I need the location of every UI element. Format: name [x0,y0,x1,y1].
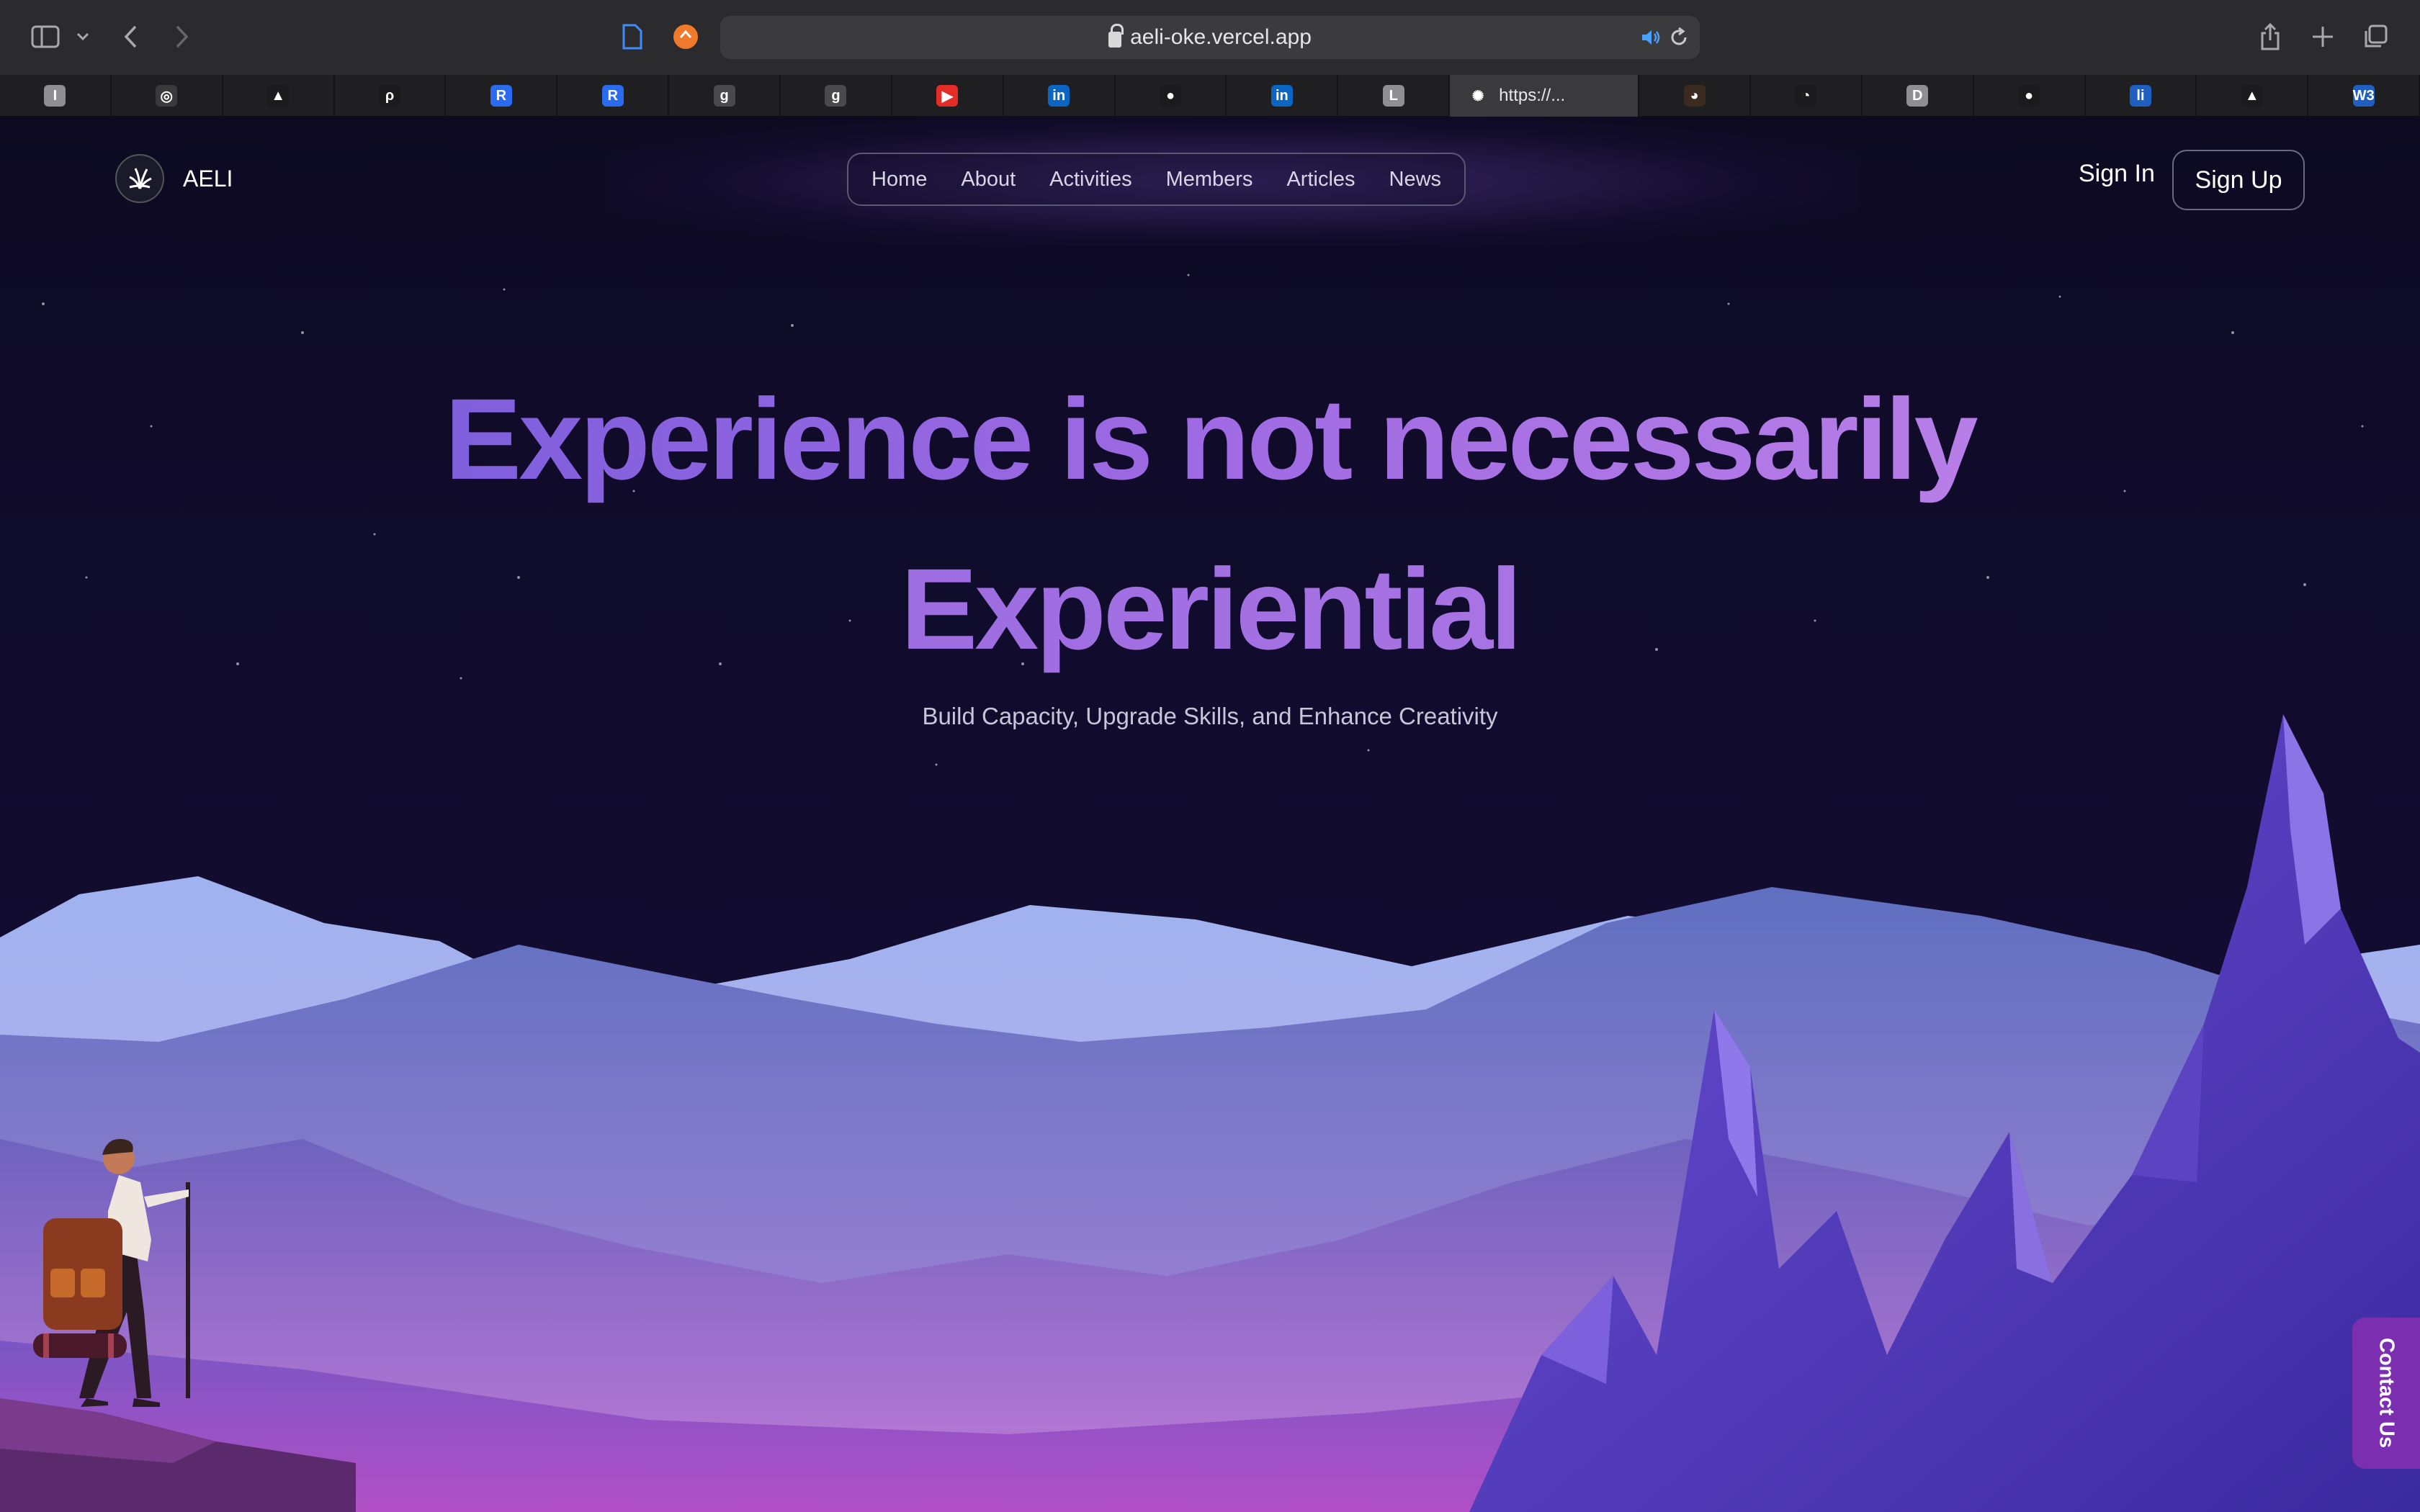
tab-overview-icon[interactable] [2360,16,2391,58]
hero-headline-line1: Experience is not necessarily [0,373,2420,505]
lock-icon [1108,24,1124,48]
I-favicon-icon: I [44,85,66,107]
browser-tab[interactable]: ● [1974,75,2086,117]
extension-icon[interactable] [670,16,702,58]
back-icon[interactable] [117,16,145,58]
active-tab-label: https://... [1499,86,1566,105]
page-content: AELI Home About Activities Members Articles N… [0,117,2420,1512]
browser-tab[interactable]: ▲ [2197,75,2309,117]
new-tab-icon[interactable] [2307,16,2339,58]
browser-tab[interactable]: R [446,75,558,117]
github-favicon-icon: ● [2018,85,2040,107]
browser-tab[interactable]: ◔ [1751,75,1863,117]
page-icon[interactable] [617,16,648,58]
address-bar[interactable]: aeli-oke.vercel.app [720,16,1700,59]
aeli-favicon-icon: ✺ [1467,85,1489,107]
speaker-icon[interactable] [1639,26,1662,55]
stars [42,274,2364,766]
browser-tab[interactable]: li [2086,75,2197,117]
hero-subtitle: Build Capacity, Upgrade Skills, and Enha… [922,703,1498,729]
A-favicon-icon: ▲ [267,85,290,107]
sign-in-link[interactable]: Sign In [2079,160,2155,188]
nav-item-about[interactable]: About [961,168,1016,192]
browser-tab[interactable]: R [557,75,670,117]
contact-us-button[interactable]: Contact Us [2352,1318,2420,1469]
g-favicon-icon: g [713,85,735,107]
browser-tab[interactable]: in [1004,75,1116,117]
browser-tab[interactable]: L [1338,75,1451,117]
brand[interactable]: AELI [115,154,233,203]
nav-item-members[interactable]: Members [1166,168,1253,192]
contact-us-label: Contact Us [2375,1338,2398,1449]
sign-up-button[interactable]: Sign Up [2172,150,2305,210]
hero-headline-line2: Experiential [0,543,2420,675]
brand-name: AELI [183,165,233,192]
browser-tab[interactable]: g [669,75,781,117]
copilot-favicon-icon: ◔ [1795,85,1817,107]
browser-tab[interactable]: g [781,75,892,117]
tab-bar: I ◎ ▲ ρ R Rg g ▶ in ● in L ✺ https://... ◕ ◔ D ● li ▲ W3 [0,75,2420,117]
reload-icon[interactable] [1668,26,1690,55]
aeli-logo-icon [115,154,164,203]
A-favicon-icon: ▲ [2241,85,2263,107]
browser-tab[interactable]: ✺ https://... [1450,75,1640,117]
url-text: aeli-oke.vercel.app [1130,25,1312,49]
R-favicon-icon: R [601,85,624,107]
browser-tab[interactable]: W3 [2308,75,2420,117]
W3-favicon-icon: W3 [2352,85,2375,107]
browser-tab[interactable]: ▶ [892,75,1004,117]
pycharm-favicon-icon: ρ [379,85,400,107]
L-favicon-icon: L [1382,85,1404,107]
browser-tab[interactable]: D [1863,75,1974,117]
nav-item-activities[interactable]: Activities [1049,168,1131,192]
browser-tab[interactable]: in [1227,75,1339,117]
browser-toolbar: aeli-oke.vercel.app [0,0,2420,75]
share-icon[interactable] [2254,16,2286,58]
profile-favicon-icon: ◕ [1683,85,1706,107]
browser-tab[interactable]: ● [1116,75,1227,117]
github-favicon-icon: ● [1160,85,1182,107]
browser-tab[interactable]: ◕ [1639,75,1751,117]
main-nav: Home About Activities Members Articles News [847,153,1466,206]
nav-item-news[interactable]: News [1389,168,1442,192]
live-favicon-icon: li [2129,85,2151,107]
g-favicon-icon: g [825,85,847,107]
youtube-favicon-icon: ▶ [936,85,959,107]
openai-favicon-icon: ◎ [156,85,178,107]
sidebar-toggle-icon[interactable] [27,16,63,58]
browser-tab[interactable]: I [0,75,112,117]
browser-tab[interactable]: ◎ [112,75,223,117]
chevron-down-icon[interactable] [71,16,95,58]
in-favicon-icon: in [1048,85,1070,107]
forward-icon[interactable] [167,16,196,58]
browser-tab[interactable]: ρ [335,75,447,117]
D-favicon-icon: D [1906,85,1929,107]
mountain-scene [0,274,2420,1512]
nav-item-articles[interactable]: Articles [1286,168,1355,192]
R-favicon-icon: R [490,85,512,107]
browser-tab[interactable]: ▲ [223,75,335,117]
in-favicon-icon: in [1270,85,1293,107]
nav-item-home[interactable]: Home [871,168,927,192]
